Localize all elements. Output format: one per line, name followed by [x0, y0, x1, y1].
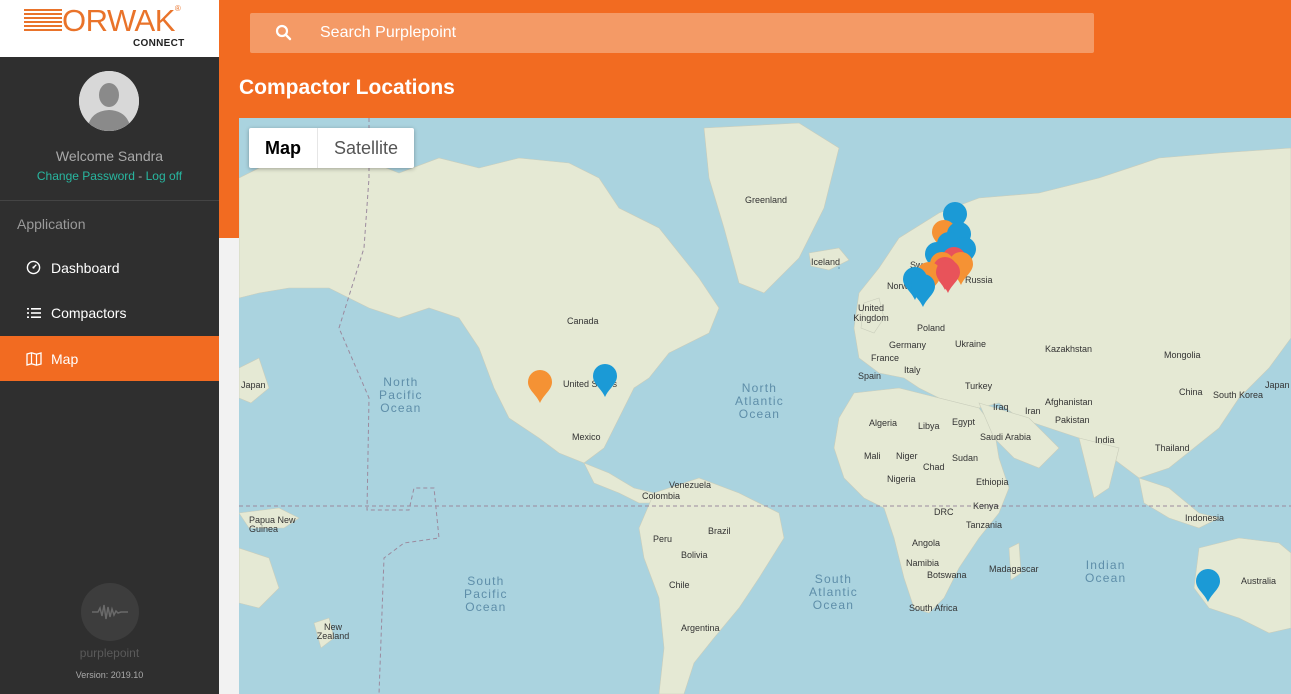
orwak-logo[interactable]: ORWAK® CONNECT: [0, 0, 219, 57]
map-pin-marker[interactable]: [935, 260, 961, 299]
sidebar: ORWAK® CONNECT Welcome Sandra Change Pas…: [0, 0, 219, 694]
label-germany: Germany: [889, 340, 927, 350]
label-ethiopia: Ethiopia: [976, 477, 1009, 487]
avatar: [79, 71, 139, 131]
sidebar-section-title: Application: [17, 216, 86, 232]
map-type-satellite-button[interactable]: Satellite: [318, 128, 414, 168]
purplepoint-name: purplepoint: [79, 646, 140, 660]
label-iran: Iran: [1025, 406, 1041, 416]
logo-wordmark: ORWAK®: [62, 3, 181, 38]
list-icon: [25, 304, 42, 321]
label-thailand: Thailand: [1155, 443, 1190, 453]
label-chad: Chad: [923, 462, 945, 472]
label-mongolia: Mongolia: [1164, 350, 1201, 360]
label-drc: DRC: [934, 507, 954, 517]
label-south-korea: South Korea: [1213, 390, 1264, 400]
map-type-control: Map Satellite: [249, 128, 415, 168]
label-mali: Mali: [864, 451, 881, 461]
map-pin-marker[interactable]: [1195, 569, 1221, 608]
label-algeria: Algeria: [869, 418, 898, 428]
label-kenya: Kenya: [973, 501, 999, 511]
label-sudan: Sudan: [952, 453, 979, 463]
label-botswana: Botswana: [927, 570, 967, 580]
account-links: Change Password - Log off: [0, 169, 219, 183]
label-tanzania: Tanzania: [966, 520, 1003, 530]
label-iceland: Iceland: [811, 257, 841, 267]
label-ukraine: Ukraine: [955, 339, 987, 349]
label-angola: Angola: [912, 538, 941, 548]
search-icon[interactable]: [275, 24, 292, 46]
map-icon: [25, 350, 42, 367]
sidebar-item-label: Compactors: [51, 304, 127, 321]
label-south-africa: South Africa: [909, 603, 958, 613]
label-madagascar: Madagascar: [989, 564, 1039, 574]
map-pin-marker[interactable]: [592, 364, 618, 403]
label-argentina: Argentina: [681, 623, 720, 633]
ocean-south-atlantic: South Atlantic Ocean: [809, 572, 858, 612]
page-title: Compactor Locations: [239, 76, 455, 99]
label-chile: Chile: [669, 580, 690, 590]
label-australia: Australia: [1241, 576, 1277, 586]
map-pin-marker[interactable]: [910, 274, 936, 313]
map-type-map-button[interactable]: Map: [249, 128, 318, 168]
label-nz: New Zealand: [316, 622, 350, 641]
label-png: Papua New Guinea: [249, 515, 296, 534]
label-france: France: [871, 353, 900, 363]
label-namibia: Namibia: [906, 558, 940, 568]
change-password-link[interactable]: Change Password: [37, 169, 135, 183]
purplepoint-logo-icon: [81, 583, 139, 641]
sidebar-item-label: Map: [51, 350, 79, 367]
label-uk: United Kingdom: [853, 303, 889, 323]
label-bolivia: Bolivia: [681, 550, 708, 560]
logo-subtitle: CONNECT: [133, 38, 185, 49]
label-egypt: Egypt: [952, 417, 976, 427]
label-peru: Peru: [653, 534, 673, 544]
search-input[interactable]: [320, 13, 1080, 53]
logo-stripes-icon: [24, 9, 62, 33]
logoff-link[interactable]: Log off: [146, 169, 182, 183]
label-pakistan: Pakistan: [1055, 415, 1090, 425]
welcome-text: Welcome Sandra: [55, 148, 164, 164]
user-silhouette-icon: [79, 71, 139, 131]
label-turkey: Turkey: [965, 381, 993, 391]
label-venezuela: Venezuela: [669, 480, 712, 490]
label-mexico: Mexico: [572, 432, 601, 442]
label-colombia: Colombia: [642, 491, 681, 501]
label-japan: Japan: [1265, 380, 1290, 390]
label-italy: Italy: [904, 365, 921, 375]
label-spain: Spain: [858, 371, 882, 381]
label-libya: Libya: [918, 421, 940, 431]
label-saudi: Saudi Arabia: [980, 432, 1032, 442]
ocean-indian: Indian Ocean: [1085, 558, 1127, 585]
label-poland: Poland: [917, 323, 946, 333]
link-separator: -: [134, 169, 146, 183]
label-greenland: Greenland: [745, 195, 788, 205]
compactor-map[interactable]: Map Satellite Greenland Iceland Canada U…: [239, 118, 1291, 694]
gauge-icon: [25, 259, 42, 276]
map-pin-marker[interactable]: [527, 370, 553, 409]
sidebar-item-map[interactable]: Map: [0, 336, 219, 381]
label-niger: Niger: [896, 451, 918, 461]
label-india: India: [1095, 435, 1115, 445]
sidebar-item-label: Dashboard: [51, 259, 120, 276]
label-afghanistan: Afghanistan: [1045, 397, 1093, 407]
label-canada: Canada: [567, 316, 599, 326]
label-indonesia: Indonesia: [1185, 513, 1225, 523]
label-nigeria: Nigeria: [887, 474, 916, 484]
label-japan-west: Japan: [241, 380, 266, 390]
sidebar-item-dashboard[interactable]: Dashboard: [0, 245, 219, 290]
label-brazil: Brazil: [708, 526, 731, 536]
label-kazakhstan: Kazakhstan: [1045, 344, 1093, 354]
label-china: China: [1179, 387, 1203, 397]
version-text: Version: 2019.10: [75, 670, 144, 680]
sidebar-divider: [0, 200, 219, 201]
label-iraq: Iraq: [993, 402, 1009, 412]
ocean-south-pacific: South Pacific Ocean: [464, 574, 508, 614]
ocean-north-atlantic: North Atlantic Ocean: [735, 381, 784, 421]
sidebar-item-compactors[interactable]: Compactors: [0, 290, 219, 335]
search-bar[interactable]: [250, 13, 1094, 53]
ocean-north-pacific: North Pacific Ocean: [379, 375, 423, 415]
